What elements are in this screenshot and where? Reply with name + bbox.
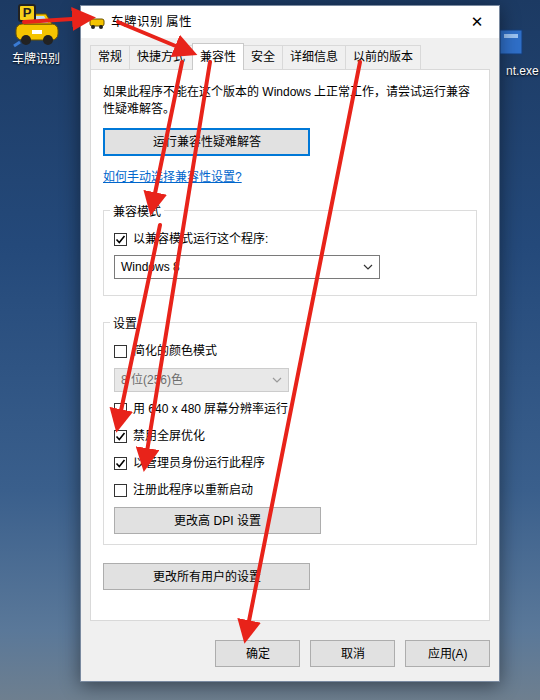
app-icon [89, 15, 105, 29]
checkbox-label: 用 640 x 480 屏幕分辨率运行 [133, 400, 288, 418]
checkbox-row[interactable]: 禁用全屏优化 [114, 426, 466, 446]
checkbox[interactable] [114, 430, 127, 443]
checkbox-row[interactable]: 以管理员身份运行此程序 [114, 453, 466, 473]
dialog-button[interactable]: 应用(A) [405, 640, 490, 667]
tab[interactable]: 常规 [90, 45, 130, 69]
compat-group: 兼容模式以兼容模式运行这个程序:Windows 8 [103, 210, 477, 296]
tab[interactable]: 快捷方式 [129, 45, 193, 69]
checkbox-label: 简化的颜色模式 [133, 342, 217, 360]
tab[interactable]: 详细信息 [282, 45, 346, 69]
checkbox-label: 注册此程序以重新启动 [133, 481, 253, 499]
dropdown-value: Windows 8 [121, 258, 180, 276]
dialog-body: 常规快捷方式兼容性安全详细信息以前的版本如果此程序不能在这个版本的 Window… [81, 38, 499, 681]
checkbox-row[interactable]: 用 640 x 480 屏幕分辨率运行 [114, 399, 466, 419]
chevron-icon [272, 377, 282, 383]
desktop-shortcut[interactable]: P 车牌识别 [4, 6, 68, 68]
chevron-icon [363, 264, 373, 270]
settings-group: 设置简化的颜色模式8 位(256)色用 640 x 480 屏幕分辨率运行禁用全… [103, 322, 477, 545]
parking-badge: P [18, 4, 36, 22]
help-link[interactable]: 如何手动选择兼容性设置? [103, 168, 477, 186]
desktop: P车牌识别nt.exe车牌识别 属性✕常规快捷方式兼容性安全详细信息以前的版本如… [0, 0, 540, 700]
close-button[interactable]: ✕ [455, 6, 499, 38]
all-users-button[interactable]: 更改所有用户的设置 [103, 563, 310, 590]
tab[interactable]: 安全 [243, 45, 283, 69]
checkbox-row[interactable]: 以兼容模式运行这个程序: [114, 229, 466, 249]
tab-strip: 常规快捷方式兼容性安全详细信息以前的版本 [90, 46, 490, 69]
dialog-button[interactable]: 确定 [215, 640, 300, 667]
checkbox-row[interactable]: 简化的颜色模式 [114, 341, 466, 361]
tab[interactable]: 兼容性 [192, 43, 244, 70]
dropdown[interactable]: Windows 8 [114, 255, 380, 279]
check-icon [115, 234, 126, 245]
dpi-button[interactable]: 更改高 DPI 设置 [114, 507, 321, 534]
checkbox-label: 以管理员身份运行此程序 [133, 454, 265, 472]
properties-dialog: 车牌识别 属性✕常规快捷方式兼容性安全详细信息以前的版本如果此程序不能在这个版本… [80, 5, 500, 682]
checkbox[interactable] [114, 345, 127, 358]
group-title: 设置 [110, 315, 140, 333]
settings-list: 简化的颜色模式 8 位(256)色用 640 x 480 屏幕分辨率运行禁用全屏优… [114, 341, 466, 534]
dropdown: 8 位(256)色 [114, 368, 289, 392]
dialog-buttons: 确定取消应用(A) [90, 621, 490, 667]
check-icon [115, 431, 126, 442]
dropdown-value: 8 位(256)色 [121, 371, 183, 389]
checkbox-label: 以兼容模式运行这个程序: [133, 230, 268, 248]
troubleshoot-button[interactable]: 运行兼容性疑难解答 [103, 128, 310, 156]
title-bar: 车牌识别 属性 ✕ [81, 6, 499, 38]
intro-text: 如果此程序不能在这个版本的 Windows 上正常工作，请尝试运行兼容性疑难解答… [103, 84, 477, 118]
checkbox[interactable] [114, 457, 127, 470]
shortcut-label: 车牌识别 [12, 50, 60, 68]
compat-panel: 如果此程序不能在这个版本的 Windows 上正常工作，请尝试运行兼容性疑难解答… [90, 69, 490, 621]
tab[interactable]: 以前的版本 [345, 45, 421, 69]
check-icon [115, 458, 126, 469]
checkbox-row[interactable]: 注册此程序以重新启动 [114, 480, 466, 500]
dialog-button[interactable]: 取消 [310, 640, 395, 667]
window-title: 车牌识别 属性 [111, 13, 192, 32]
checkbox-label: 禁用全屏优化 [133, 427, 205, 445]
checkbox[interactable] [114, 484, 127, 497]
checkbox[interactable] [114, 233, 127, 246]
checkbox[interactable] [114, 403, 127, 416]
group-title: 兼容模式 [110, 203, 164, 221]
